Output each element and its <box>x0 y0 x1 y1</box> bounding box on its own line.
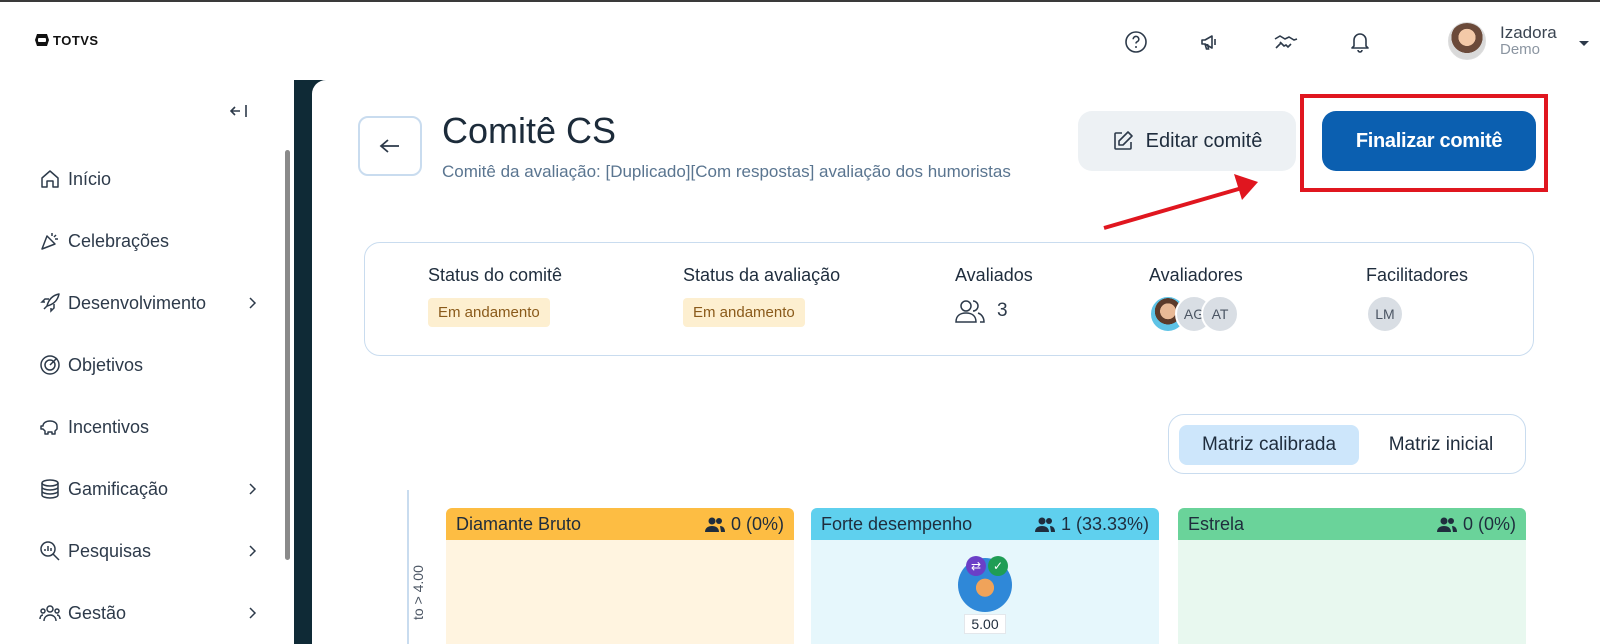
facilitators-label: Facilitadores <box>1366 265 1469 285</box>
sidebar-item-label: Desenvolvimento <box>68 292 207 313</box>
sidebar-item-label: Incentivos <box>68 416 150 437</box>
cell-count: 0 (0%) <box>730 513 784 534</box>
highlight-box <box>1300 94 1548 192</box>
edit-icon <box>1113 131 1133 150</box>
sidebar-item-pesquisas[interactable]: Pesquisas <box>38 536 260 566</box>
facilitators-section: Facilitadores LM <box>1366 265 1468 333</box>
sidebar-item-incentivos[interactable]: Incentivos <box>38 412 260 442</box>
user-avatar <box>1448 22 1486 60</box>
logo-text: TOTVS <box>53 32 99 48</box>
home-icon <box>38 167 62 191</box>
user-menu[interactable]: Izadora Demo <box>1448 22 1557 60</box>
chevron-down-icon[interactable] <box>1578 40 1590 48</box>
sidebar-item-gamificacao[interactable]: Gamificação <box>38 474 260 504</box>
committee-status: Status do comitê Em andamento <box>428 265 562 327</box>
matrix-cell-estrela[interactable]: Estrela 0 (0%) <box>1178 508 1526 644</box>
rocket-icon <box>38 291 62 315</box>
page-title: Comitê CS <box>442 110 617 151</box>
sidebar: Início Celebrações Desenvolvimento Objet… <box>0 80 294 644</box>
edit-committee-label: Editar comitê <box>1145 129 1263 152</box>
evaluated-label: Avaliados <box>955 265 1033 285</box>
avatar[interactable]: AT <box>1201 295 1239 333</box>
collapse-sidebar-icon[interactable] <box>229 104 248 123</box>
swap-icon: ⇄ <box>966 556 986 576</box>
chevron-right-icon <box>249 545 257 557</box>
sidebar-item-celebracoes[interactable]: Celebrações <box>38 226 260 256</box>
matrix-cell-forte-desempenho[interactable]: Forte desempenho 1 (33.33%) ⇄ ✓ 5.00 <box>811 508 1159 644</box>
top-header: TOTVS Izadora Demo <box>0 2 1600 80</box>
back-button[interactable] <box>358 116 422 176</box>
committee-status-label: Status do comitê <box>428 265 563 285</box>
evaluated-count: 3 <box>997 300 1008 321</box>
status-badge: Em andamento <box>428 298 550 327</box>
committee-status-card: Status do comitê Em andamento Status da … <box>364 242 1534 356</box>
totvs-logo-icon <box>35 34 49 46</box>
cell-title: Diamante Bruto <box>456 513 582 534</box>
person-score: 5.00 <box>964 614 1006 634</box>
evaluated-section: Avaliados 3 <box>955 265 1033 324</box>
evaluation-status: Status da avaliação Em andamento <box>683 265 840 327</box>
chevron-right-icon <box>249 607 257 619</box>
evaluation-status-label: Status da avaliação <box>683 265 841 285</box>
megaphone-icon[interactable] <box>1196 28 1224 56</box>
people-icon <box>1436 517 1457 532</box>
avatar: ⇄ ✓ <box>958 556 1012 612</box>
sidebar-item-label: Objetivos <box>68 354 144 375</box>
tab-matriz-inicial[interactable]: Matriz inicial <box>1365 425 1517 465</box>
page-subtitle: Comitê da avaliação: [Duplicado][Com res… <box>442 162 1011 181</box>
evaluated-person[interactable]: ⇄ ✓ 5.00 <box>957 556 1013 634</box>
sidebar-item-gestao[interactable]: Gestão <box>38 598 260 628</box>
matrix-toggle: Matriz calibrada Matriz inicial <box>1168 414 1526 474</box>
coins-icon <box>38 477 62 501</box>
piggy-bank-icon <box>38 415 62 439</box>
sidebar-item-label: Gestão <box>68 602 127 623</box>
cell-title: Estrela <box>1188 513 1245 534</box>
sidebar-scrollbar[interactable] <box>285 150 290 560</box>
user-role: Demo <box>1500 41 1541 58</box>
avatar[interactable]: LM <box>1366 295 1404 333</box>
matrix-axis-line <box>407 490 409 644</box>
bell-icon[interactable] <box>1346 28 1374 56</box>
sidebar-item-label: Início <box>68 168 112 189</box>
tab-matriz-calibrada[interactable]: Matriz calibrada <box>1179 425 1359 465</box>
target-icon <box>38 353 62 377</box>
cell-count: 1 (33.33%) <box>1060 513 1149 534</box>
sidebar-item-inicio[interactable]: Início <box>38 164 260 194</box>
people-icon <box>38 601 62 625</box>
chevron-right-icon <box>249 483 257 495</box>
handshake-icon[interactable] <box>1272 28 1300 56</box>
chevron-right-icon <box>249 297 257 309</box>
matrix-cell-diamante-bruto[interactable]: Diamante Bruto 0 (0%) <box>446 508 794 644</box>
evaluators-label: Avaliadores <box>1149 265 1243 285</box>
people-icon <box>955 300 985 323</box>
people-icon <box>1034 517 1055 532</box>
cell-count: 0 (0%) <box>1462 513 1516 534</box>
matrix-axis-label: to > 4.00 <box>410 565 426 620</box>
user-name: Izadora <box>1500 23 1557 42</box>
sidebar-item-label: Pesquisas <box>68 540 152 561</box>
arrow-left-icon <box>379 139 399 153</box>
help-icon[interactable] <box>1122 28 1150 56</box>
search-chart-icon <box>38 539 62 563</box>
party-icon <box>38 229 62 253</box>
evaluators-section: Avaliadores AG AT <box>1149 265 1243 333</box>
sidebar-item-objetivos[interactable]: Objetivos <box>38 350 260 380</box>
check-icon: ✓ <box>988 556 1008 576</box>
cell-title: Forte desempenho <box>821 513 973 534</box>
sidebar-item-desenvolvimento[interactable]: Desenvolvimento <box>38 288 260 318</box>
annotation-arrow <box>1103 174 1258 230</box>
totvs-logo[interactable]: TOTVS <box>34 32 99 48</box>
sidebar-item-label: Celebrações <box>68 230 170 251</box>
people-icon <box>704 517 725 532</box>
status-badge: Em andamento <box>683 298 805 327</box>
edit-committee-button[interactable]: Editar comitê <box>1078 111 1296 171</box>
sidebar-item-label: Gamificação <box>68 478 169 499</box>
